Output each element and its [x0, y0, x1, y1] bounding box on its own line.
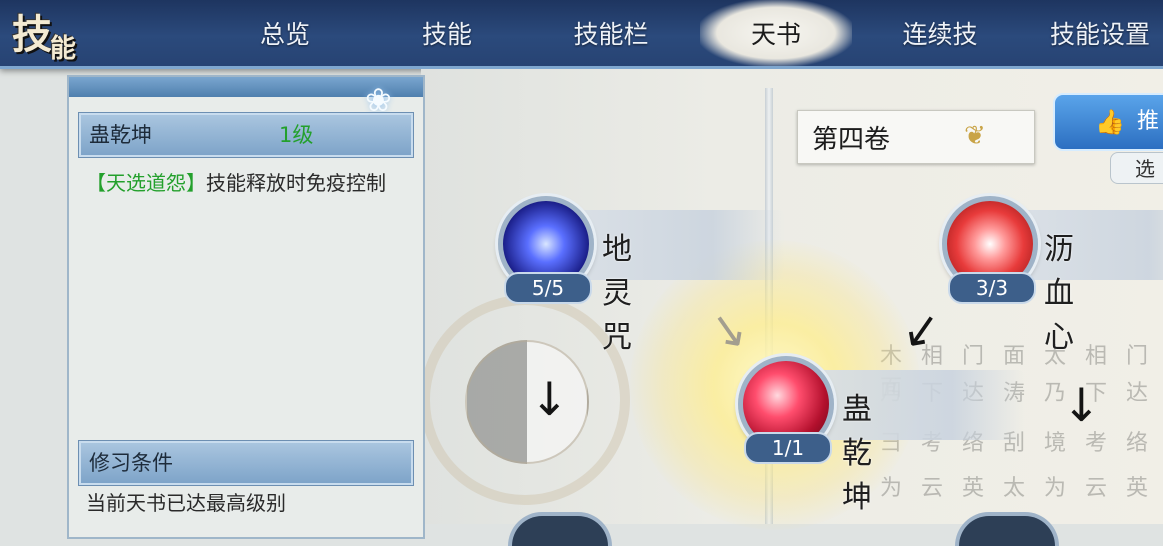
tab-skill-settings[interactable]: 技能设置: [1040, 0, 1160, 66]
path-arrow-down: ↓: [1062, 378, 1101, 432]
skill-effect-text: 技能释放时免疫控制: [206, 171, 386, 195]
requirement-text: 当前天书已达最高级别: [86, 491, 286, 515]
tab-combo[interactable]: 连续技: [882, 0, 998, 66]
tab-skills[interactable]: 技能: [392, 0, 502, 66]
yin-yang-emblem: [420, 295, 630, 505]
skill-level-count: 1/1: [744, 432, 832, 464]
recommend-label: 推: [1137, 109, 1160, 134]
skill-node-partial[interactable]: [508, 512, 612, 546]
top-nav-bar: 技 能 总览 技能 技能栏 天书 连续技 技能设置: [0, 0, 1163, 69]
skill-description: 【天选道怨】技能释放时免疫控制: [86, 169, 406, 197]
tab-skill-bar[interactable]: 技能栏: [556, 0, 666, 66]
path-arrow-down: ↓: [530, 372, 569, 426]
requirement-header: 修习条件: [79, 441, 413, 485]
skill-info-name: 蛊乾坤: [89, 123, 152, 147]
skill-info-panel: ❀ 蛊乾坤 1级 【天选道怨】技能释放时免疫控制 修习条件 当前天书已达最高级别: [67, 75, 425, 539]
skill-name: 沥血心: [1044, 232, 1074, 355]
skill-title-bar: 蛊乾坤 1级: [79, 113, 413, 157]
skill-level-count: 3/3: [948, 272, 1036, 304]
requirement-title: 修习条件: [89, 451, 173, 475]
volume-selector[interactable]: 第四卷 ❦: [797, 110, 1035, 164]
skill-effect-tag: 【天选道怨】: [86, 171, 206, 195]
skill-node-partial[interactable]: [955, 512, 1059, 546]
lotus-icon: ❦: [964, 121, 986, 151]
recommend-button[interactable]: 👍 推: [1053, 93, 1163, 151]
tab-overview[interactable]: 总览: [230, 0, 340, 66]
tab-heavenly-book[interactable]: 天书: [700, 0, 852, 66]
logo-char-2: 能: [50, 34, 77, 64]
skill-name: 地灵咒: [602, 232, 632, 355]
skill-name: 蛊乾坤: [842, 392, 872, 515]
skill-level-count: 5/5: [504, 272, 592, 304]
skills-logo: 技 能: [6, 0, 96, 66]
background-calligraphy: 为 云 英 太 为 云 英: [880, 476, 1154, 501]
volume-label: 第四卷: [812, 125, 891, 155]
thumbs-up-icon: 👍: [1095, 108, 1125, 136]
skill-info-level: 1级: [279, 123, 314, 147]
logo-char-1: 技: [12, 11, 52, 58]
recommend-select-button[interactable]: 选: [1110, 152, 1163, 184]
